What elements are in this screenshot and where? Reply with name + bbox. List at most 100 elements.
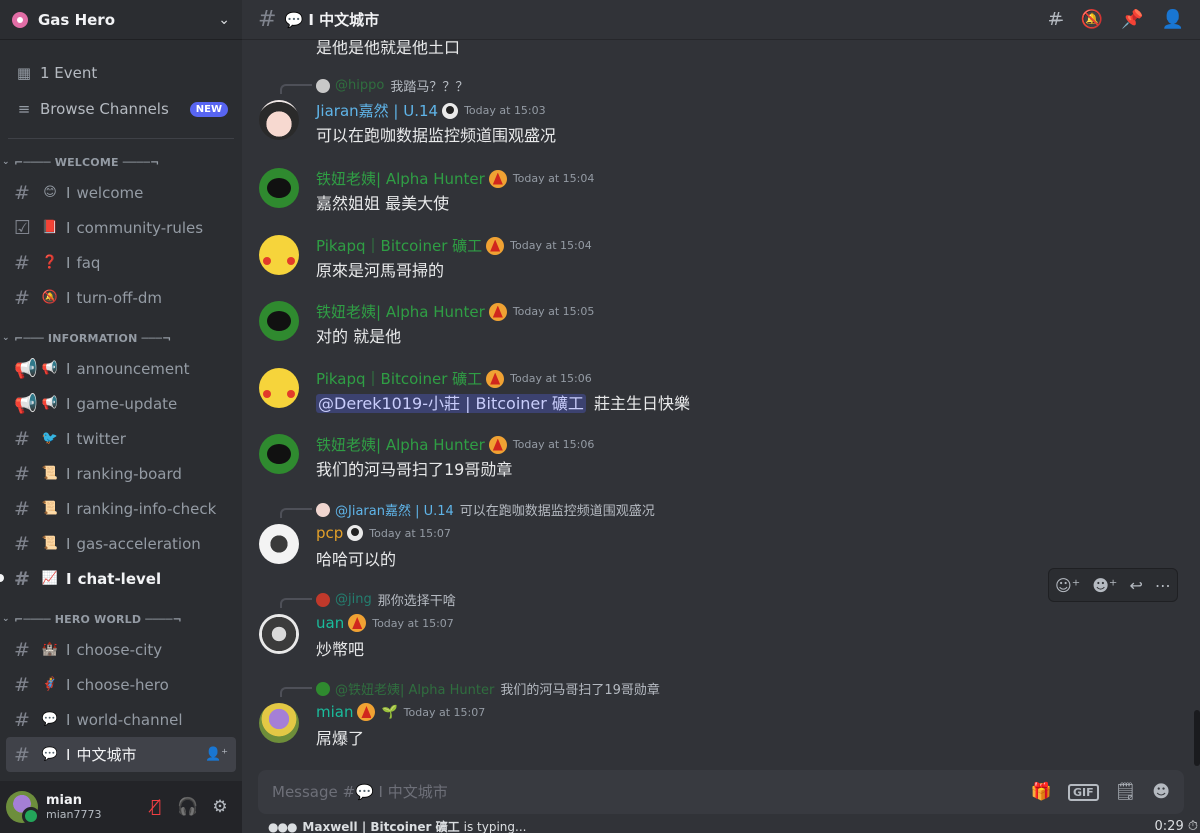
gif-button[interactable]: GIF bbox=[1068, 783, 1099, 801]
pin-icon[interactable]: 📌 bbox=[1121, 9, 1143, 30]
hash-icon: # bbox=[14, 427, 30, 450]
question-emoji-icon: ❓ bbox=[41, 255, 59, 270]
channel-ranking-info-check[interactable]: # 📜 I ranking-info-check bbox=[0, 491, 236, 526]
reply-preview[interactable]: @Jiaran嘉然 | U.14 可以在跑咖数据监控频道围观盛况 bbox=[316, 500, 655, 519]
message-input[interactable] bbox=[272, 783, 1031, 801]
author-name[interactable]: Jiaran嘉然 | U.14 bbox=[316, 100, 438, 121]
channel-title: 💬 I 中文城市 bbox=[284, 11, 380, 29]
message-text: 嘉然姐姐 最美大使 bbox=[316, 194, 450, 213]
rules-icon: ☑ bbox=[14, 216, 32, 239]
events-label: 1 Event bbox=[40, 64, 98, 82]
channel-choose-hero[interactable]: # 🦸 I choose-hero bbox=[0, 667, 236, 702]
super-reaction-icon[interactable]: ☻⁺ bbox=[1092, 576, 1117, 595]
reply-preview[interactable]: @铁妞老姨| Alpha Hunter 我们的河马哥扫了19哥勋章 bbox=[316, 679, 660, 698]
message-header: 铁妞老姨| Alpha Hunter Today at 15:04 bbox=[316, 169, 595, 188]
new-badge: NEW bbox=[189, 101, 228, 117]
avatar[interactable] bbox=[259, 368, 299, 408]
avatar[interactable] bbox=[259, 100, 299, 140]
server-header[interactable]: Gas Hero ⌄ bbox=[0, 0, 242, 40]
calendar-icon: ▦ bbox=[16, 64, 32, 82]
no-bell-emoji-icon: 🔕 bbox=[41, 290, 59, 305]
hash-icon: # bbox=[14, 462, 30, 485]
scroll-emoji-icon: 📜 bbox=[41, 466, 59, 481]
hash-icon: # bbox=[14, 638, 30, 661]
message-header: Pikapq｜Bitcoiner 礦工 Today at 15:06 bbox=[316, 369, 592, 388]
reply-connector bbox=[280, 84, 312, 94]
avatar bbox=[316, 78, 330, 93]
hash-icon: # bbox=[14, 181, 30, 204]
channel-header: # 💬 I 中文城市 #̶ 🔕 📌 👤 bbox=[242, 0, 1200, 40]
hash-icon: # bbox=[14, 673, 30, 696]
category-welcome[interactable]: ⌄ ⌐──── WELCOME ────¬ bbox=[0, 149, 242, 175]
members-icon[interactable]: 👤 bbox=[1162, 9, 1184, 30]
channel-twitter[interactable]: # 🐦 I twitter bbox=[0, 421, 236, 456]
browse-channels-item[interactable]: ≡ Browse Channels NEW bbox=[0, 92, 242, 126]
channel-community-rules[interactable]: ☑ 📕 I community-rules bbox=[0, 210, 236, 245]
category-information[interactable]: ⌄ ⌐─── INFORMATION ───¬ bbox=[0, 325, 242, 351]
chevron-down-icon[interactable]: ⌄ bbox=[218, 12, 230, 28]
user-mention[interactable]: @Derek1019-小莊 | Bitcoiner 礦工 bbox=[316, 394, 586, 413]
header-tools: #̶ 🔕 📌 👤 bbox=[1048, 9, 1184, 30]
loudspeaker-emoji-icon: 📢 bbox=[41, 396, 59, 411]
avatar[interactable] bbox=[259, 614, 299, 654]
more-icon[interactable]: ⋯ bbox=[1155, 576, 1171, 595]
avatar[interactable] bbox=[259, 168, 299, 208]
channel-ranking-board[interactable]: # 📜 I ranking-board bbox=[0, 456, 236, 491]
hash-icon: # bbox=[14, 497, 30, 520]
sprout-badge-icon: 🌱 bbox=[381, 704, 398, 720]
bell-muted-icon[interactable]: 🔕 bbox=[1081, 9, 1103, 30]
channel-turn-off-dm[interactable]: # 🔕 I turn-off-dm bbox=[0, 280, 236, 315]
megaphone-icon: 📢 bbox=[14, 393, 38, 415]
channel-cn-city[interactable]: # 💬 I 中文城市 👤⁺ bbox=[6, 737, 236, 772]
reply-preview[interactable]: @jing 那你选择干啥 bbox=[316, 590, 456, 609]
channel-faq[interactable]: # ❓ I faq bbox=[0, 245, 236, 280]
scrollbar[interactable] bbox=[1194, 710, 1200, 766]
composer-tools: 🎁 GIF 🗒 ☻ bbox=[1031, 782, 1170, 802]
gear-icon[interactable]: ⚙ bbox=[204, 797, 236, 817]
channel-announcement[interactable]: 📢 📢 I announcement bbox=[0, 351, 236, 386]
channel-gas-acceleration[interactable]: # 📜 I gas-acceleration bbox=[0, 526, 236, 561]
channel-welcome[interactable]: # 😊 I welcome bbox=[0, 175, 236, 210]
message-text: 哈哈可以的 bbox=[316, 550, 397, 569]
avatar[interactable] bbox=[259, 235, 299, 275]
add-reaction-icon[interactable]: ☺⁺ bbox=[1055, 576, 1080, 595]
avatar[interactable] bbox=[259, 524, 299, 564]
sticker-icon[interactable]: 🗒 bbox=[1115, 782, 1137, 802]
mic-muted-icon[interactable]: 🎙̸ bbox=[140, 797, 172, 817]
channel-chat-level[interactable]: # 📈 I chat-level bbox=[0, 561, 236, 596]
reply-preview[interactable]: @hippo 我踏马？？？ bbox=[316, 76, 468, 95]
reply-connector bbox=[280, 508, 312, 518]
megaphone-icon: 📢 bbox=[14, 358, 38, 380]
rank-badge-icon bbox=[348, 614, 367, 632]
book-emoji-icon: 📕 bbox=[41, 220, 59, 235]
message-text: 屌爆了 bbox=[316, 729, 365, 748]
avatar[interactable] bbox=[259, 434, 299, 474]
message-header: pcp Today at 15:07 bbox=[316, 524, 451, 542]
chevron-down-icon: ⌄ bbox=[2, 333, 10, 343]
avatar[interactable] bbox=[259, 301, 299, 341]
user-tag: mian7773 bbox=[46, 808, 102, 821]
threads-icon[interactable]: #̶ bbox=[1048, 9, 1063, 30]
add-member-icon[interactable]: 👤⁺ bbox=[205, 747, 228, 762]
typing-indicator: ●●● Maxwell | Bitcoiner 礦工 is typing... … bbox=[268, 819, 1198, 833]
category-hero-world[interactable]: ⌄ ⌐──── HERO WORLD ────¬ bbox=[0, 606, 242, 632]
emoji-picker-icon[interactable]: ☻ bbox=[1152, 782, 1170, 802]
hash-icon: # bbox=[14, 567, 30, 590]
message-header: 铁妞老姨| Alpha Hunter Today at 15:06 bbox=[316, 435, 595, 454]
reply-icon[interactable]: ↩ bbox=[1129, 576, 1142, 595]
rank-badge-icon bbox=[488, 435, 507, 454]
avatar bbox=[316, 592, 330, 607]
headphones-icon[interactable]: 🎧 bbox=[172, 797, 204, 817]
server-icon bbox=[12, 11, 28, 28]
channel-choose-city[interactable]: # 🏰 I choose-city bbox=[0, 632, 236, 667]
gift-icon[interactable]: 🎁 bbox=[1031, 782, 1052, 802]
channel-world-channel[interactable]: # 💬 I world-channel bbox=[0, 702, 236, 737]
user-names[interactable]: mian mian7773 bbox=[46, 793, 140, 821]
discord-app: Gas Hero ⌄ ▦ 1 Event ≡ Browse Channels N… bbox=[0, 0, 1200, 833]
browse-channels-icon: ≡ bbox=[17, 100, 31, 118]
message-text: 可以在跑咖数据监控频道围观盛况 bbox=[316, 126, 557, 145]
avatar[interactable] bbox=[259, 703, 299, 743]
events-item[interactable]: ▦ 1 Event bbox=[0, 56, 242, 90]
avatar[interactable] bbox=[6, 791, 40, 825]
channel-game-update[interactable]: 📢 📢 I game-update bbox=[0, 386, 236, 421]
